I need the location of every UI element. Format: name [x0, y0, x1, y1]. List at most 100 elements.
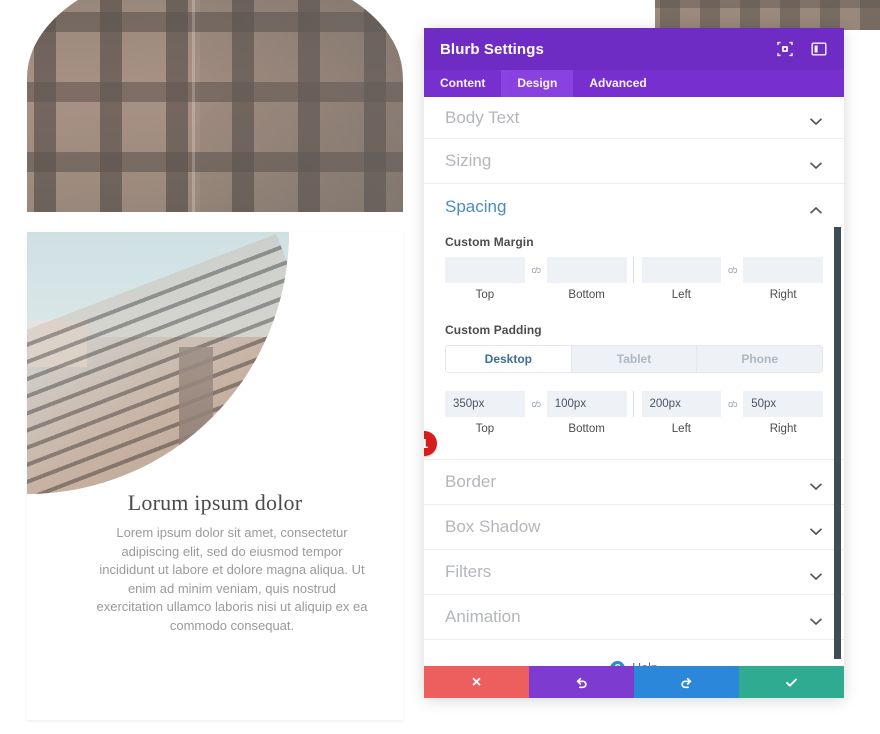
help-label: Help [632, 661, 658, 666]
custom-padding-label: Custom Padding [445, 323, 542, 337]
section-animation-label: Animation [445, 607, 521, 626]
margin-right-caption: Right [769, 289, 797, 301]
custom-padding-captions: Top Bottom Left Right [445, 417, 823, 443]
modal-header: Blurb Settings [424, 28, 844, 70]
custom-margin-vertical-group: c/ɔ [445, 257, 627, 283]
padding-top-caption: Top [475, 423, 495, 435]
undo-button[interactable] [529, 666, 634, 698]
device-tab-tablet[interactable]: Tablet [572, 346, 698, 372]
caption-spacer-2 [721, 287, 743, 297]
device-tab-phone[interactable]: Phone [697, 346, 822, 372]
modal-footer [424, 666, 844, 698]
building-photo-right [655, 0, 880, 30]
expand-view-icon[interactable] [776, 40, 794, 58]
section-spacing[interactable]: Spacing [424, 184, 844, 229]
section-filters[interactable]: Filters [424, 550, 844, 595]
custom-padding-horizontal-group: c/ɔ [641, 391, 823, 417]
margin-group-divider [632, 257, 634, 283]
padding-top-input[interactable] [445, 391, 525, 417]
padding-group-divider [632, 391, 634, 417]
blurb-settings-modal: Blurb Settings Content Design Advanced B… [424, 28, 844, 698]
custom-margin-fields: c/ɔ c/ɔ [445, 257, 823, 283]
split-view-icon[interactable] [810, 40, 828, 58]
blurb-heading: Lorum ipsum dolor [127, 490, 303, 515]
chevron-down-icon [809, 478, 823, 490]
section-box-shadow[interactable]: Box Shadow [424, 505, 844, 550]
section-border[interactable]: Border [424, 460, 844, 505]
preview-image-card-top [27, 0, 403, 212]
padding-bottom-input[interactable] [546, 391, 627, 417]
section-border-label: Border [445, 472, 497, 491]
padding-top-cell [445, 391, 525, 417]
section-spacing-label: Spacing [445, 196, 507, 216]
padding-link-vertical-icon[interactable]: c/ɔ [525, 399, 547, 409]
margin-bottom-cell [546, 257, 627, 283]
padding-horizontal-captions: Left Right [642, 417, 824, 435]
margin-link-vertical-icon[interactable]: c/ɔ [525, 265, 547, 275]
margin-right-input[interactable] [743, 257, 823, 283]
tab-design[interactable]: Design [501, 70, 574, 97]
padding-left-caption: Left [671, 423, 691, 435]
device-tab-desktop[interactable]: Desktop [446, 346, 572, 372]
margin-top-cell [445, 257, 525, 283]
margin-left-input[interactable] [641, 257, 722, 283]
cancel-button[interactable] [424, 666, 529, 698]
margin-left-cell [641, 257, 722, 283]
margin-horizontal-captions: Left Right [642, 283, 824, 301]
chevron-down-icon [809, 157, 823, 169]
section-sizing-label: Sizing [445, 151, 492, 170]
spacing-section-body: Custom Margin c/ɔ c/ɔ Top Bottom Left Ri… [424, 235, 844, 460]
padding-right-caption: Right [769, 423, 797, 435]
chevron-down-icon [809, 568, 823, 580]
padding-bottom-cell [546, 391, 627, 417]
help-button[interactable]: ? Help [424, 640, 844, 666]
margin-link-horizontal-icon[interactable]: c/ɔ [721, 265, 743, 275]
settings-scrollbar[interactable] [834, 227, 841, 659]
chevron-up-icon [809, 202, 823, 214]
section-animation[interactable]: Animation [424, 595, 844, 640]
margin-left-caption: Left [671, 289, 691, 301]
custom-margin-horizontal-group: c/ɔ [641, 257, 823, 283]
tab-advanced[interactable]: Advanced [573, 70, 662, 97]
padding-link-horizontal-icon[interactable]: c/ɔ [721, 399, 743, 409]
help-icon: ? [610, 660, 626, 666]
section-sizing[interactable]: Sizing [424, 139, 844, 184]
chevron-down-icon [809, 523, 823, 535]
save-button[interactable] [739, 666, 844, 698]
building-photo-top [27, 0, 403, 212]
custom-padding-vertical-group: c/ɔ [445, 391, 627, 417]
blurb-body-text: Lorem ipsum dolor sit amet, consectetur … [96, 525, 368, 633]
redo-button[interactable] [634, 666, 739, 698]
chevron-down-icon [809, 113, 823, 126]
responsive-device-tabs: Desktop Tablet Phone [445, 345, 823, 373]
caption-divider-1 [633, 283, 634, 309]
margin-vertical-captions: Top Bottom [445, 283, 627, 301]
padding-vertical-captions: Top Bottom [445, 417, 627, 435]
margin-bottom-input[interactable] [546, 257, 627, 283]
padding-right-cell [743, 391, 823, 417]
settings-scroll-area[interactable]: Body Text Sizing Spacing Custom Margin c… [424, 97, 844, 666]
blurb-circle-image [27, 232, 289, 494]
preview-blurb-card: Lorum ipsum dolor Lorem ipsum dolor sit … [27, 232, 403, 720]
section-body-text[interactable]: Body Text [424, 97, 844, 139]
custom-padding-fields: c/ɔ c/ɔ [445, 391, 823, 417]
custom-margin-label: Custom Margin [445, 235, 534, 249]
caption-spacer-3 [525, 421, 547, 431]
section-body-text-label: Body Text [445, 107, 520, 127]
page-root: Lorum ipsum dolor Lorem ipsum dolor sit … [0, 0, 880, 734]
margin-top-caption: Top [475, 289, 495, 301]
padding-left-cell [641, 391, 722, 417]
tab-content[interactable]: Content [424, 70, 501, 97]
caption-divider-2 [633, 417, 634, 443]
modal-header-icons [776, 40, 828, 58]
caption-spacer-4 [721, 421, 743, 431]
margin-bottom-caption: Bottom [568, 289, 605, 301]
padding-right-input[interactable] [743, 391, 823, 417]
margin-right-cell [743, 257, 823, 283]
margin-top-input[interactable] [445, 257, 525, 283]
building-photo-shading [199, 0, 403, 212]
padding-left-input[interactable] [641, 391, 722, 417]
modal-tabs: Content Design Advanced [424, 70, 844, 97]
blurb-image-pillar [178, 347, 213, 458]
section-box-shadow-label: Box Shadow [445, 517, 541, 536]
